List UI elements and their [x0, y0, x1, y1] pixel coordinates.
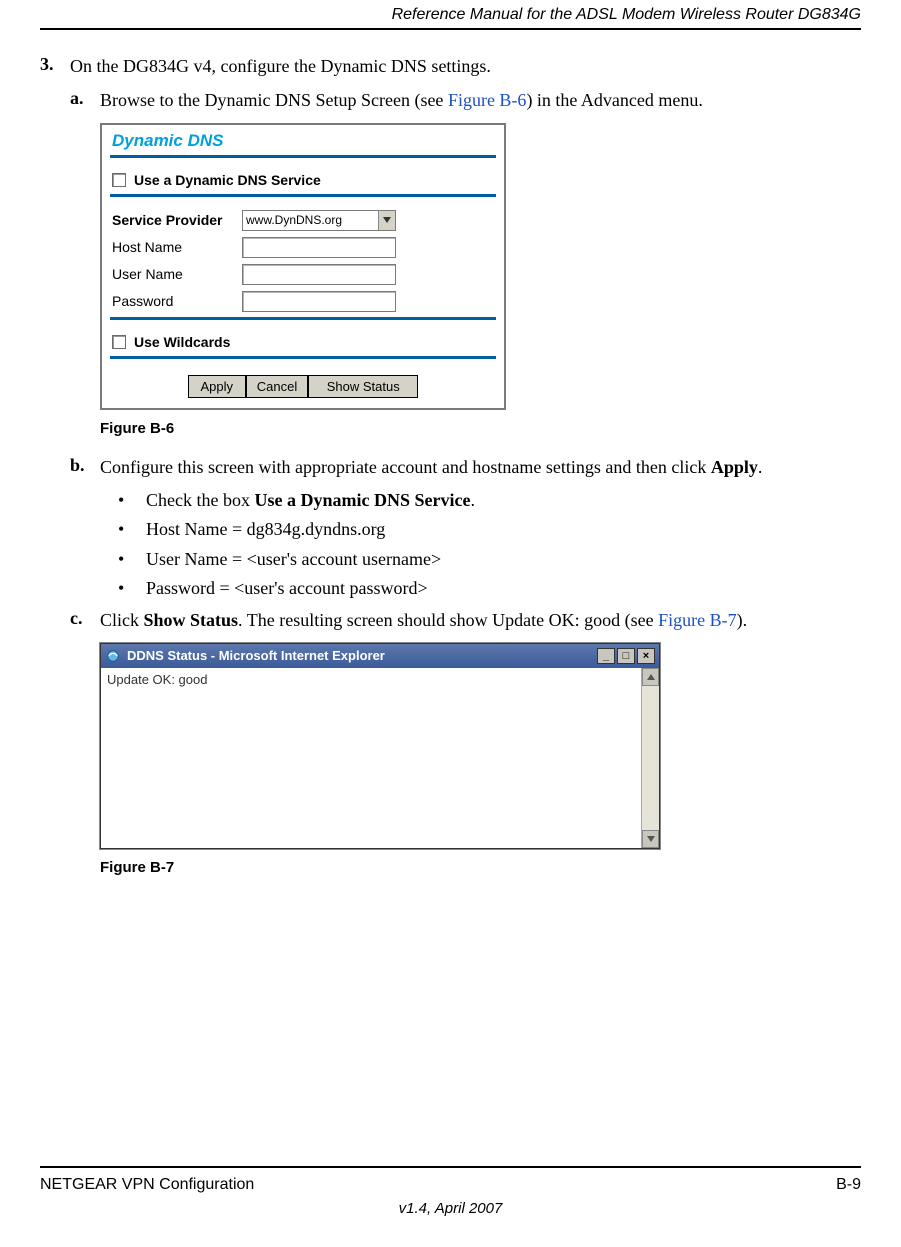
bullet-4: • Password = <user's account password>	[118, 577, 861, 600]
bullet-1: • Check the box Use a Dynamic DNS Servic…	[118, 489, 861, 512]
host-row: Host Name	[102, 234, 504, 261]
provider-label: Service Provider	[112, 212, 242, 228]
footer-row: NETGEAR VPN Configuration B-9	[40, 1176, 861, 1194]
ie-title-text: DDNS Status - Microsoft Internet Explore…	[127, 648, 597, 663]
header-title: Reference Manual for the ADSL Modem Wire…	[392, 6, 861, 23]
password-input[interactable]	[242, 291, 396, 312]
figure-link-b6[interactable]: Figure B-6	[448, 90, 527, 110]
step-text: On the DG834G v4, configure the Dynamic …	[70, 54, 861, 78]
pass-row: Password	[102, 288, 504, 315]
text-3: ).	[737, 610, 748, 630]
substep-text: Configure this screen with appropriate a…	[100, 455, 861, 479]
provider-value: www.DynDNS.org	[246, 213, 342, 227]
user-label: User Name	[112, 266, 242, 282]
use-ddns-label: Use a Dynamic DNS Service	[134, 172, 321, 188]
user-row: User Name	[102, 261, 504, 288]
scroll-down-icon[interactable]	[642, 830, 659, 848]
dynamic-dns-panel: Dynamic DNS Use a Dynamic DNS Service Se…	[100, 123, 506, 410]
bullet-2: • Host Name = dg834g.dyndns.org	[118, 518, 861, 541]
button-row: Apply Cancel Show Status	[102, 369, 504, 408]
ie-window: DDNS Status - Microsoft Internet Explore…	[100, 643, 660, 849]
substep-c: c. Click Show Status. The resulting scre…	[70, 608, 861, 632]
provider-row: Service Provider www.DynDNS.org	[102, 207, 504, 234]
text-pre: Browse to the Dynamic DNS Setup Screen (…	[100, 90, 448, 110]
wildcards-row: Use Wildcards	[102, 330, 504, 354]
minimize-button[interactable]: _	[597, 648, 615, 664]
host-name-input[interactable]	[242, 237, 396, 258]
substep-a: a. Browse to the Dynamic DNS Setup Scree…	[70, 88, 861, 112]
page-footer: NETGEAR VPN Configuration B-9 v1.4, Apri…	[40, 1166, 861, 1217]
maximize-button[interactable]: □	[617, 648, 635, 664]
substep-letter: c.	[70, 608, 100, 632]
step-number: 3.	[40, 54, 70, 78]
use-ddns-row: Use a Dynamic DNS Service	[102, 168, 504, 192]
panel-title: Dynamic DNS	[102, 125, 504, 153]
text-post: .	[758, 457, 763, 477]
b1-pre: Check the box	[146, 490, 254, 510]
bullet-marker: •	[118, 489, 146, 512]
scroll-up-icon[interactable]	[642, 668, 659, 686]
bullet-text: User Name = <user's account username>	[146, 548, 441, 571]
bullet-marker: •	[118, 518, 146, 541]
user-name-input[interactable]	[242, 264, 396, 285]
substep-text: Click Show Status. The resulting screen …	[100, 608, 861, 632]
divider	[110, 155, 496, 158]
b1-bold: Use a Dynamic DNS Service	[254, 490, 470, 510]
ie-content: Update OK: good	[101, 668, 641, 848]
wildcards-checkbox[interactable]	[112, 335, 126, 349]
page-header: Reference Manual for the ADSL Modem Wire…	[40, 0, 861, 30]
text-pre: Configure this screen with appropriate a…	[100, 457, 711, 477]
text-post: ) in the Advanced menu.	[526, 90, 702, 110]
apply-bold: Apply	[711, 457, 758, 477]
substep-b: b. Configure this screen with appropriat…	[70, 455, 861, 479]
cancel-button[interactable]: Cancel	[246, 375, 308, 398]
text-1: Click	[100, 610, 144, 630]
bullet-3: • User Name = <user's account username>	[118, 548, 861, 571]
show-status-button[interactable]: Show Status	[308, 375, 418, 398]
provider-select[interactable]: www.DynDNS.org	[242, 210, 396, 231]
chevron-down-icon	[378, 211, 395, 230]
b1-post: .	[470, 490, 475, 510]
figure-b6-caption: Figure B-6	[100, 420, 861, 437]
figure-link-b7[interactable]: Figure B-7	[658, 610, 737, 630]
use-ddns-checkbox[interactable]	[112, 173, 126, 187]
window-buttons: _ □ ×	[597, 648, 655, 664]
wildcards-label: Use Wildcards	[134, 334, 230, 350]
ie-icon	[105, 648, 121, 664]
ie-body: Update OK: good	[101, 668, 659, 848]
scrollbar[interactable]	[641, 668, 659, 848]
footer-page-number: B-9	[836, 1176, 861, 1194]
footer-version: v1.4, April 2007	[40, 1200, 861, 1217]
bullet-text: Host Name = dg834g.dyndns.org	[146, 518, 385, 541]
step-3: 3. On the DG834G v4, configure the Dynam…	[40, 54, 861, 78]
bullet-text: Check the box Use a Dynamic DNS Service.	[146, 489, 475, 512]
bullet-marker: •	[118, 577, 146, 600]
pass-label: Password	[112, 293, 242, 309]
close-button[interactable]: ×	[637, 648, 655, 664]
bullet-list: • Check the box Use a Dynamic DNS Servic…	[118, 489, 861, 601]
divider	[110, 317, 496, 320]
figure-b7-caption: Figure B-7	[100, 859, 861, 876]
figure-b6-wrap: Dynamic DNS Use a Dynamic DNS Service Se…	[100, 123, 861, 410]
divider	[110, 356, 496, 359]
apply-button[interactable]: Apply	[188, 375, 246, 398]
text-2: . The resulting screen should show Updat…	[238, 610, 658, 630]
substep-text: Browse to the Dynamic DNS Setup Screen (…	[100, 88, 861, 112]
substep-letter: a.	[70, 88, 100, 112]
bullet-text: Password = <user's account password>	[146, 577, 428, 600]
footer-left: NETGEAR VPN Configuration	[40, 1176, 254, 1194]
divider	[110, 194, 496, 197]
bullet-marker: •	[118, 548, 146, 571]
ie-titlebar: DDNS Status - Microsoft Internet Explore…	[101, 644, 659, 668]
show-status-bold: Show Status	[144, 610, 239, 630]
host-label: Host Name	[112, 239, 242, 255]
substep-letter: b.	[70, 455, 100, 479]
